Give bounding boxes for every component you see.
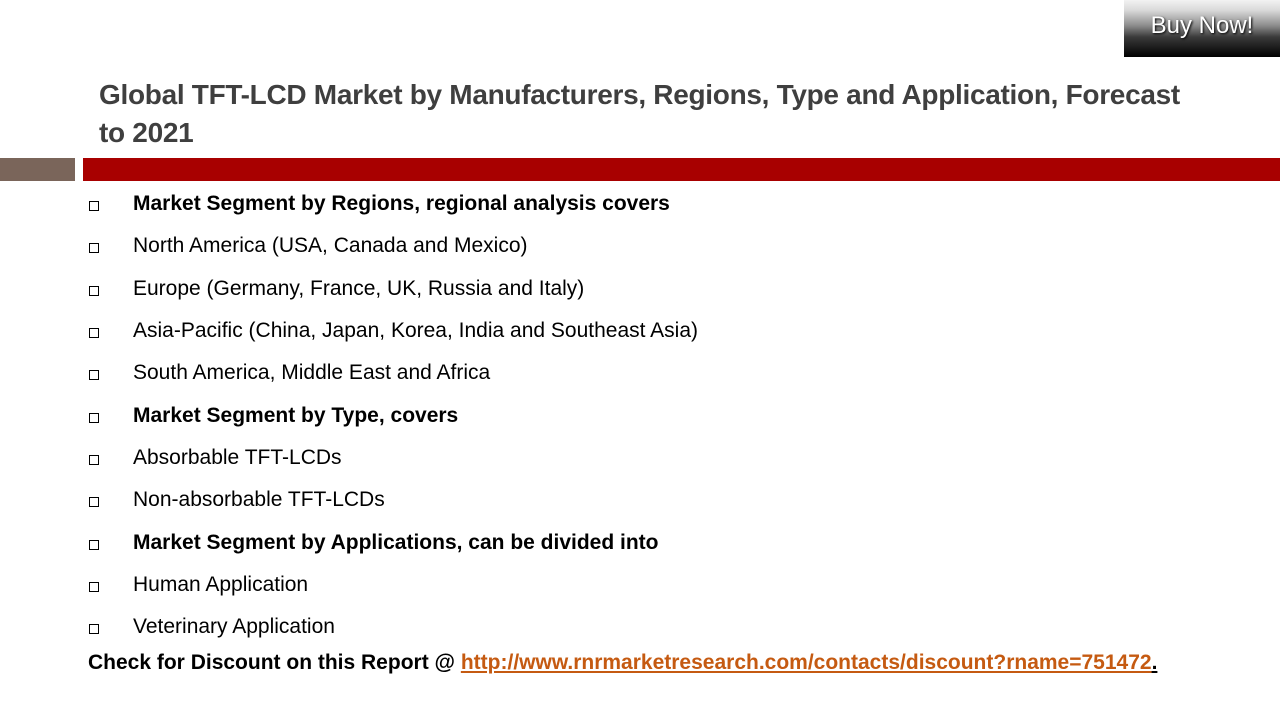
discount-link[interactable]: http://www.rnrmarketresearch.com/contact…	[461, 651, 1152, 674]
square-bullet-icon	[89, 581, 99, 592]
list-item-text: Market Segment by Applications, can be d…	[133, 530, 659, 554]
discount-note-suffix: .	[1151, 651, 1158, 674]
list-item: North America (USA, Canada and Mexico)	[88, 225, 698, 267]
square-bullet-icon	[89, 454, 99, 465]
square-bullet-icon	[89, 328, 99, 339]
list-item: Market Segment by Regions, regional anal…	[88, 183, 698, 225]
list-item: Human Application	[88, 564, 698, 606]
title-divider-left	[0, 158, 75, 181]
list-item-text: Europe (Germany, France, UK, Russia and …	[133, 276, 585, 300]
list-item-text: Human Application	[133, 572, 309, 596]
list-item: Veterinary Application	[88, 606, 698, 648]
buy-now-button[interactable]: Buy Now!	[1124, 0, 1280, 57]
list-item: Europe (Germany, France, UK, Russia and …	[88, 268, 698, 310]
square-bullet-icon	[89, 497, 99, 508]
list-item: South America, Middle East and Africa	[88, 352, 698, 394]
discount-note: Check for Discount on this Report @ http…	[88, 651, 1157, 675]
list-item-text: Asia-Pacific (China, Japan, Korea, India…	[133, 319, 698, 343]
list-item-text: Market Segment by Regions, regional anal…	[133, 192, 670, 216]
square-bullet-icon	[89, 285, 99, 296]
list-item: Market Segment by Applications, can be d…	[88, 521, 698, 563]
square-bullet-icon	[89, 201, 99, 212]
square-bullet-icon	[89, 412, 99, 423]
square-bullet-icon	[89, 624, 99, 635]
discount-note-prefix: Check for Discount on this Report @	[88, 651, 461, 674]
list-item-text: Non-absorbable TFT-LCDs	[133, 488, 385, 512]
square-bullet-icon	[89, 243, 99, 254]
list-item: Non-absorbable TFT-LCDs	[88, 479, 698, 521]
list-item: Absorbable TFT-LCDs	[88, 437, 698, 479]
square-bullet-icon	[89, 539, 99, 550]
list-item-text: North America (USA, Canada and Mexico)	[133, 234, 528, 258]
list-item-text: Absorbable TFT-LCDs	[133, 445, 342, 469]
list-item-text: South America, Middle East and Africa	[133, 361, 491, 385]
title-divider-right	[83, 158, 1280, 181]
list-item: Asia-Pacific (China, Japan, Korea, India…	[88, 310, 698, 352]
list-item: Market Segment by Type, covers	[88, 394, 698, 436]
list-item-text: Market Segment by Type, covers	[133, 403, 459, 427]
list-item-text: Veterinary Application	[133, 615, 335, 639]
square-bullet-icon	[89, 370, 99, 381]
segment-list: Market Segment by Regions, regional anal…	[88, 183, 698, 648]
page-title: Global TFT-LCD Market by Manufacturers, …	[99, 79, 1180, 148]
